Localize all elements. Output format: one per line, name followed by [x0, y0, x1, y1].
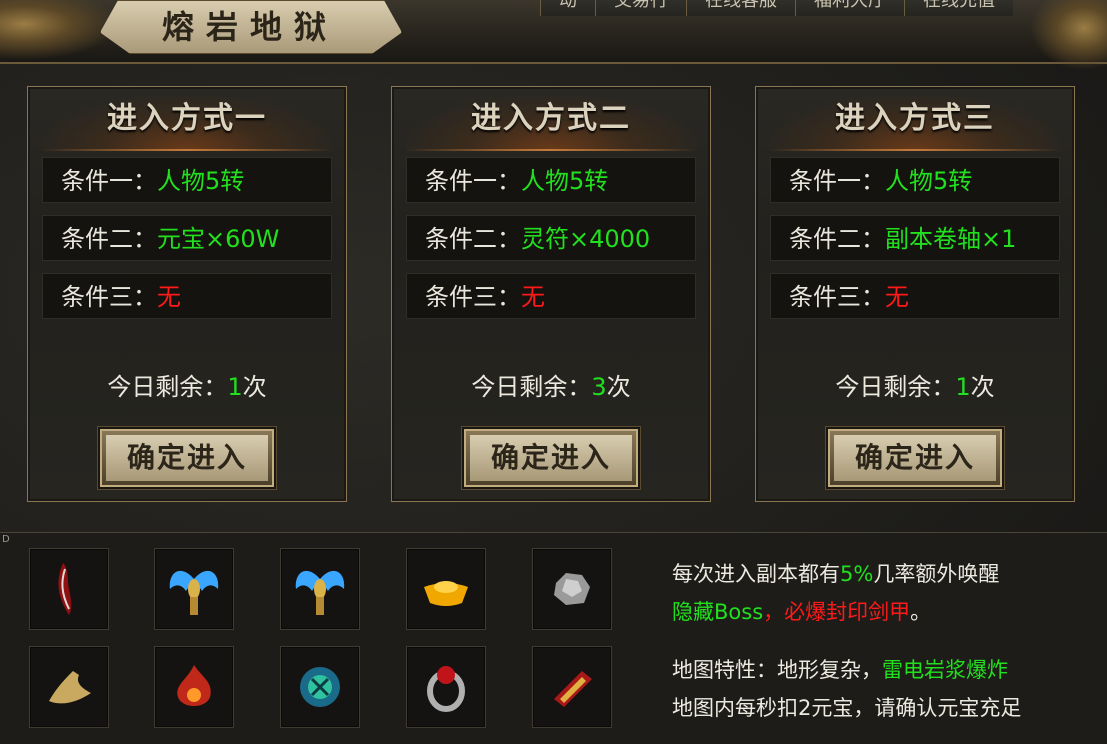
top-tabs: 动 交易行 在线客服 福利大厅 在线充值: [540, 0, 1013, 16]
info-highlight: 雷电岩浆爆炸: [882, 658, 1008, 682]
reward-slot[interactable]: [154, 548, 234, 630]
entry-panel-2: 进入方式二 条件一：人物5转 条件二：灵符×4000 条件三：无 今日剩余：3次…: [391, 86, 711, 502]
reward-slot[interactable]: [29, 646, 109, 728]
confirm-enter-button-1[interactable]: 确定进入: [98, 427, 276, 489]
condition-row: 条件三：无: [42, 273, 332, 319]
remaining-value: 1: [227, 373, 243, 401]
reward-slot[interactable]: [406, 646, 486, 728]
entry-panel-3: 进入方式三 条件一：人物5转 条件二：副本卷轴×1 条件三：无 今日剩余：1次 …: [755, 86, 1075, 502]
header-divider: [406, 149, 696, 151]
gold-ingot-icon: [424, 581, 468, 606]
confirm-enter-button-2[interactable]: 确定进入: [462, 427, 640, 489]
condition-row: 条件二：元宝×60W: [42, 215, 332, 261]
info-line-4: 地图内每秒扣2元宝，请确认元宝充足: [672, 696, 1022, 720]
remaining-unit: 次: [242, 373, 267, 401]
condition-label: 条件二：: [61, 225, 157, 253]
condition-row: 条件三：无: [406, 273, 696, 319]
condition-label: 条件三：: [425, 283, 521, 311]
button-label: 确定进入: [470, 435, 632, 481]
confirm-enter-button-3[interactable]: 确定进入: [826, 427, 1004, 489]
gold-horn-icon: [49, 671, 91, 704]
condition-label: 条件一：: [789, 167, 885, 195]
dungeon-window: 熔岩地狱 动 交易行 在线客服 福利大厅 在线充值 进入方式一 条件一：人物5转…: [0, 0, 1107, 744]
info-text: 。: [910, 600, 932, 624]
ruby-ring-icon: [427, 666, 465, 712]
remaining-value: 3: [591, 373, 607, 401]
jade-orb-icon: [300, 667, 340, 707]
flame-bracer-icon: [554, 671, 592, 707]
top-bar: 熔岩地狱 动 交易行 在线客服 福利大厅 在线充值: [0, 0, 1107, 70]
panel-title: 进入方式二: [471, 101, 631, 136]
condition-value: 人物5转: [521, 167, 609, 195]
info-line-1: 每次进入副本都有5%几率额外唤醒: [672, 558, 999, 590]
panel-title: 进入方式三: [835, 101, 995, 136]
condition-value: 人物5转: [885, 167, 973, 195]
condition-label: 条件三：: [61, 283, 157, 311]
fire-orb-icon: [177, 665, 211, 706]
condition-row: 条件二：灵符×4000: [406, 215, 696, 261]
condition-label: 条件三：: [789, 283, 885, 311]
reward-slot[interactable]: [280, 646, 360, 728]
tab-recharge[interactable]: 在线充值: [904, 0, 1013, 16]
page-title: 熔岩地狱: [161, 8, 338, 46]
panel-title: 进入方式一: [107, 101, 267, 136]
reward-slot[interactable]: [532, 646, 612, 728]
condition-value: 无: [885, 283, 909, 311]
entry-panel-1: 进入方式一 条件一：人物5转 条件二：元宝×60W 条件三：无 今日剩余：1次 …: [27, 86, 347, 502]
condition-value: 无: [157, 283, 181, 311]
condition-value: 人物5转: [157, 167, 245, 195]
info-line-3: 地图特性：地形复杂，雷电岩浆爆炸: [672, 654, 1008, 686]
info-text: 每次进入副本都有: [672, 562, 840, 586]
button-label: 确定进入: [106, 435, 268, 481]
condition-row: 条件一：人物5转: [770, 157, 1060, 203]
condition-row: 条件一：人物5转: [406, 157, 696, 203]
condition-label: 条件一：: [61, 167, 157, 195]
remaining-label: 今日剩余：: [107, 373, 228, 401]
reward-slot[interactable]: [532, 548, 612, 630]
remaining-count: 今日剩余：1次: [756, 371, 1074, 403]
info-line-2: 隐藏Boss，必爆封印剑甲。: [672, 596, 931, 628]
info-highlight: 隐藏Boss: [672, 600, 764, 624]
remaining-count: 今日剩余：1次: [28, 371, 346, 403]
reward-slot[interactable]: [29, 548, 109, 630]
condition-label: 条件一：: [425, 167, 521, 195]
tab-support[interactable]: 在线客服: [686, 0, 795, 16]
info-text: 几率额外唤醒: [873, 562, 1000, 586]
tab-activity[interactable]: 动: [540, 0, 595, 16]
reward-slot[interactable]: [154, 646, 234, 728]
dragon-ornament-right: [1030, 0, 1107, 70]
header-divider: [770, 149, 1060, 151]
info-text: 地图特性：地形复杂，: [672, 658, 882, 682]
reward-slot[interactable]: [406, 548, 486, 630]
corner-mark: D: [2, 534, 10, 545]
condition-label: 条件二：: [425, 225, 521, 253]
ice-wing-armor-icon: [295, 570, 345, 615]
ice-wing-armor-icon: [169, 570, 219, 615]
condition-value: 元宝×60W: [157, 225, 280, 253]
condition-value: 灵符×4000: [521, 225, 651, 253]
remaining-unit: 次: [606, 373, 631, 401]
button-label: 确定进入: [834, 435, 996, 481]
info-highlight: 5%: [840, 562, 874, 586]
tab-welfare[interactable]: 福利大厅: [795, 0, 904, 16]
condition-value: 无: [521, 283, 545, 311]
condition-row: 条件一：人物5转: [42, 157, 332, 203]
info-warning: ，必爆封印剑甲: [763, 600, 911, 624]
remaining-unit: 次: [970, 373, 995, 401]
silver-ore-icon: [554, 573, 590, 605]
condition-label: 条件二：: [789, 225, 885, 253]
condition-row: 条件三：无: [770, 273, 1060, 319]
header-divider: [42, 149, 332, 151]
tab-trade[interactable]: 交易行: [595, 0, 686, 16]
reward-slot[interactable]: [280, 548, 360, 630]
blood-blade-icon: [58, 563, 72, 615]
remaining-label: 今日剩余：: [471, 373, 592, 401]
remaining-label: 今日剩余：: [835, 373, 956, 401]
remaining-count: 今日剩余：3次: [392, 371, 710, 403]
remaining-value: 1: [955, 373, 971, 401]
condition-row: 条件二：副本卷轴×1: [770, 215, 1060, 261]
condition-value: 副本卷轴×1: [885, 225, 1017, 253]
